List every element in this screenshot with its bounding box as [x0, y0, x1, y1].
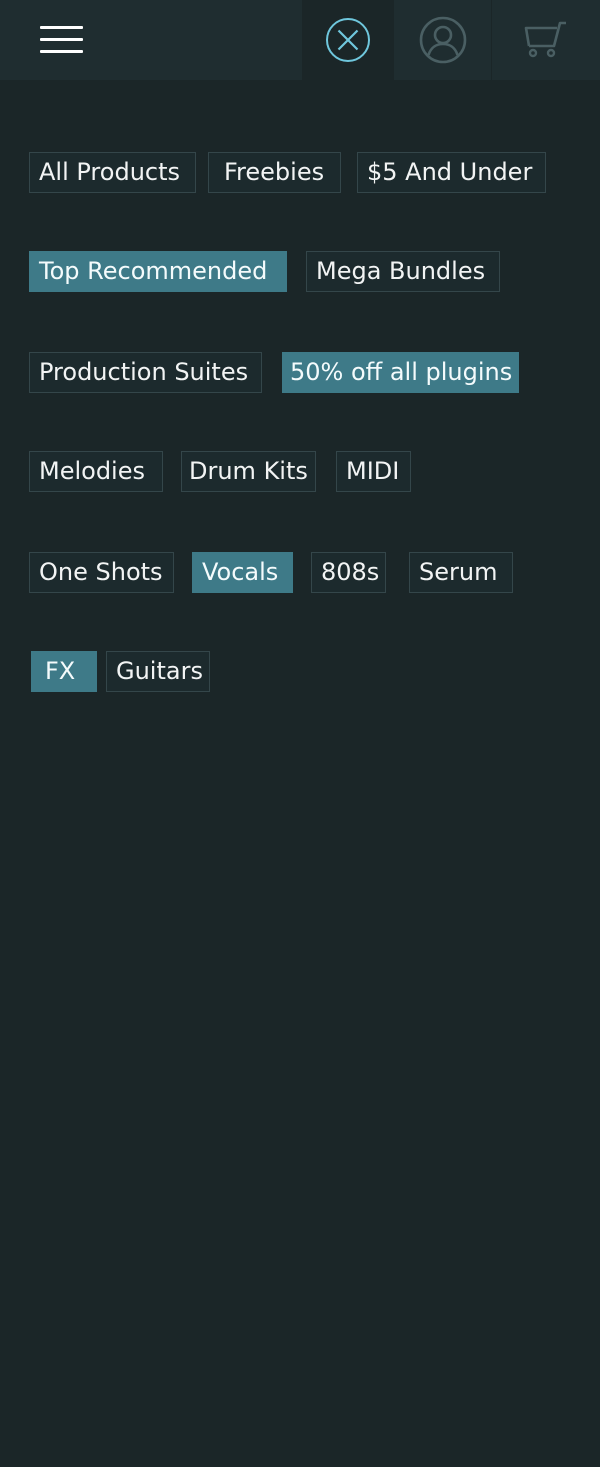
- tag-serum[interactable]: Serum: [409, 552, 513, 593]
- close-circle-icon: [326, 18, 370, 62]
- tag-midi[interactable]: MIDI: [336, 451, 411, 492]
- tag-production-suites[interactable]: Production Suites: [29, 352, 262, 393]
- account-button[interactable]: [394, 0, 491, 80]
- tag-808s[interactable]: 808s: [311, 552, 386, 593]
- tag-melodies[interactable]: Melodies: [29, 451, 163, 492]
- menu-bar: [40, 26, 83, 29]
- tag-5-and-under[interactable]: $5 And Under: [357, 152, 546, 193]
- top-header: [0, 0, 600, 80]
- tag-all-products[interactable]: All Products: [29, 152, 196, 193]
- tag-drum-kits[interactable]: Drum Kits: [181, 451, 316, 492]
- shopping-cart-icon: [524, 21, 566, 58]
- cart-button[interactable]: [492, 0, 600, 80]
- user-account-icon: [419, 16, 466, 64]
- tag-vocals[interactable]: Vocals: [192, 552, 293, 593]
- tag-guitars[interactable]: Guitars: [106, 651, 210, 692]
- hamburger-menu-icon[interactable]: [40, 24, 84, 56]
- tag-one-shots[interactable]: One Shots: [29, 552, 174, 593]
- close-button[interactable]: [302, 0, 394, 80]
- tag-mega-bundles[interactable]: Mega Bundles: [306, 251, 500, 292]
- menu-bar: [40, 38, 83, 41]
- tag-freebies[interactable]: Freebies: [208, 152, 341, 193]
- page: All Products Freebies $5 And Under Top R…: [0, 0, 600, 1467]
- tag-fx[interactable]: FX: [31, 651, 97, 692]
- tag-50-off-plugins[interactable]: 50% off all plugins: [282, 352, 519, 393]
- tag-top-recommended[interactable]: Top Recommended: [29, 251, 287, 292]
- menu-bar: [40, 50, 83, 53]
